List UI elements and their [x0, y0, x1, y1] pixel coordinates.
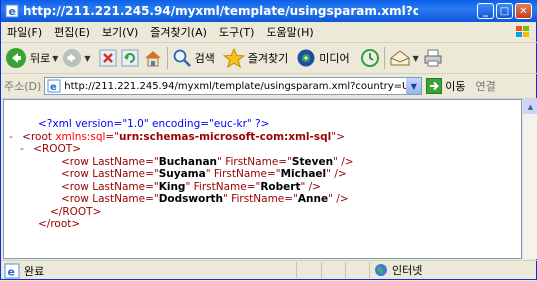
- search-button[interactable]: 검색: [172, 48, 215, 68]
- address-dropdown-button[interactable]: ▼: [406, 78, 422, 94]
- refresh-button[interactable]: [121, 49, 139, 67]
- xml-row-line: <row LastName="Buchanan" FirstName="Stev…: [61, 155, 354, 168]
- media-label: 미디어: [319, 52, 350, 65]
- address-bar: 주소(D) e http://211.221.245.94/myxml/temp…: [1, 74, 537, 99]
- standard-toolbar: 뒤로 ▼ ▼ 검색 즐겨찾기 미디어 ▼: [1, 43, 537, 74]
- xml-root-close-tag: </root>: [38, 218, 81, 230]
- xml-inner-open-tag: <ROOT>: [33, 143, 82, 155]
- back-label: 뒤로: [30, 52, 51, 65]
- status-separator: [296, 262, 297, 278]
- collapse-toggle[interactable]: -: [9, 131, 13, 144]
- back-arrow-icon: [6, 48, 26, 68]
- status-separator: [321, 262, 322, 278]
- xml-declaration-line: <?xml version="1.0" encoding="euc-kr" ?>: [4, 118, 521, 131]
- ie-icon: e: [5, 4, 19, 18]
- vertical-scrollbar[interactable]: ▲: [522, 99, 537, 259]
- favorites-star-icon: [222, 48, 245, 68]
- xml-inner-open-line: - <ROOT>: [4, 143, 521, 156]
- refresh-icon: [121, 49, 139, 67]
- menu-bar: 파일(F) 편집(E) 보기(V) 즐겨찾기(A) 도구(T) 도움말(H): [1, 22, 537, 43]
- xml-root-close-line: </root>: [4, 218, 521, 231]
- status-separator: [345, 262, 346, 278]
- xml-row-line: <row LastName="King" FirstName="Robert" …: [61, 180, 321, 193]
- xml-namespace-attr: xmlns:sql: [55, 130, 106, 143]
- search-icon: [173, 49, 191, 67]
- row-first-name: Michael: [280, 168, 327, 180]
- minimize-button[interactable]: _: [477, 3, 494, 19]
- security-zone: 인터넷: [369, 262, 537, 278]
- print-icon: [424, 49, 442, 67]
- forward-dropdown-icon[interactable]: ▼: [84, 54, 90, 63]
- history-button[interactable]: [360, 48, 380, 68]
- page-done-icon: e: [4, 263, 20, 279]
- xml-declaration: <?xml version="1.0" encoding="euc-kr" ?>: [38, 118, 270, 130]
- xml-inner-close-line: </ROOT>: [4, 206, 521, 219]
- back-button[interactable]: 뒤로 ▼: [5, 47, 58, 69]
- forward-button[interactable]: ▼: [62, 48, 91, 68]
- title-bar[interactable]: e http://211.221.245.94/myxml/template/u…: [1, 0, 537, 22]
- menu-help[interactable]: 도움말(H): [260, 24, 319, 40]
- row-last-name: Dodsworth: [158, 193, 224, 205]
- xml-content-area: <?xml version="1.0" encoding="euc-kr" ?>…: [3, 99, 522, 259]
- xml-inner-close-tag-name: ROOT: [62, 205, 93, 218]
- stop-button[interactable]: [99, 49, 117, 67]
- favorites-button[interactable]: 즐겨찾기: [222, 48, 289, 68]
- media-button[interactable]: 미디어: [296, 48, 350, 68]
- go-arrow-icon: [426, 78, 443, 94]
- xml-row-line: <row LastName="Suyama" FirstName="Michae…: [61, 168, 347, 180]
- xml-namespace-value: urn:schemas-microsoft-com:xml-sql: [119, 130, 332, 143]
- internet-globe-icon: [375, 264, 387, 276]
- xml-row-line: <row LastName="Dodsworth" FirstName="Ann…: [61, 193, 349, 205]
- svg-text:e: e: [9, 5, 16, 18]
- print-button[interactable]: [423, 49, 443, 67]
- mail-dropdown-icon[interactable]: ▼: [413, 54, 419, 63]
- menu-tools[interactable]: 도구(T): [213, 24, 261, 40]
- row-last-name: Buchanan: [158, 155, 218, 168]
- menu-favorites[interactable]: 즐겨찾기(A): [144, 24, 213, 40]
- row-first-name: Robert: [260, 180, 301, 193]
- page-icon: e: [47, 79, 61, 93]
- close-button[interactable]: ✕: [515, 3, 532, 19]
- back-dropdown-icon[interactable]: ▼: [52, 54, 58, 63]
- window-title: http://211.221.245.94/myxml/template/usi…: [23, 4, 418, 18]
- row-last-name: Suyama: [158, 168, 206, 180]
- address-input[interactable]: e http://211.221.245.94/myxml/template/u…: [44, 77, 423, 95]
- search-label: 검색: [194, 52, 215, 65]
- home-icon: [144, 51, 161, 67]
- mail-button[interactable]: ▼: [389, 49, 419, 67]
- row-last-name: King: [158, 180, 186, 193]
- menu-edit[interactable]: 편집(E): [48, 24, 96, 40]
- mail-icon: [390, 50, 410, 66]
- row-first-name: Anne: [297, 193, 329, 205]
- history-icon: [360, 49, 379, 67]
- xml-root-open-line: - <root xmlns:sql="urn:schemas-microsoft…: [4, 131, 521, 144]
- home-button[interactable]: [143, 49, 163, 67]
- go-button[interactable]: 이동: [426, 78, 466, 94]
- scroll-up-icon[interactable]: ▲: [523, 99, 537, 114]
- go-label: 이동: [445, 80, 466, 93]
- xml-root-open-tag: <root xmlns:sql="urn:schemas-microsoft-c…: [22, 130, 345, 143]
- address-label: 주소(D): [4, 80, 42, 93]
- svg-text:e: e: [8, 266, 15, 279]
- svg-text:e: e: [50, 82, 57, 93]
- toolbar-separator: [383, 47, 385, 69]
- links-label[interactable]: 연결: [476, 78, 496, 94]
- collapse-toggle[interactable]: -: [20, 143, 24, 156]
- windows-logo-icon: [516, 26, 529, 37]
- xml-inner-tag-name: ROOT: [41, 143, 73, 155]
- menu-file[interactable]: 파일(F): [1, 24, 48, 40]
- xml-inner-close-tag: </ROOT>: [50, 205, 102, 218]
- maximize-button[interactable]: □: [496, 3, 513, 19]
- status-text: 완료: [24, 265, 45, 278]
- toolbar-separator: [166, 47, 168, 69]
- stop-icon: [99, 49, 117, 67]
- browser-window: e http://211.221.245.94/myxml/template/u…: [0, 0, 537, 280]
- row-first-name: Steven: [291, 155, 334, 168]
- favorites-label: 즐겨찾기: [247, 52, 289, 65]
- forward-arrow-icon: [63, 48, 82, 68]
- menu-view[interactable]: 보기(V): [96, 24, 144, 40]
- zone-label: 인터넷: [392, 264, 423, 277]
- address-url: http://211.221.245.94/myxml/template/usi…: [64, 80, 416, 92]
- media-icon: [297, 49, 315, 67]
